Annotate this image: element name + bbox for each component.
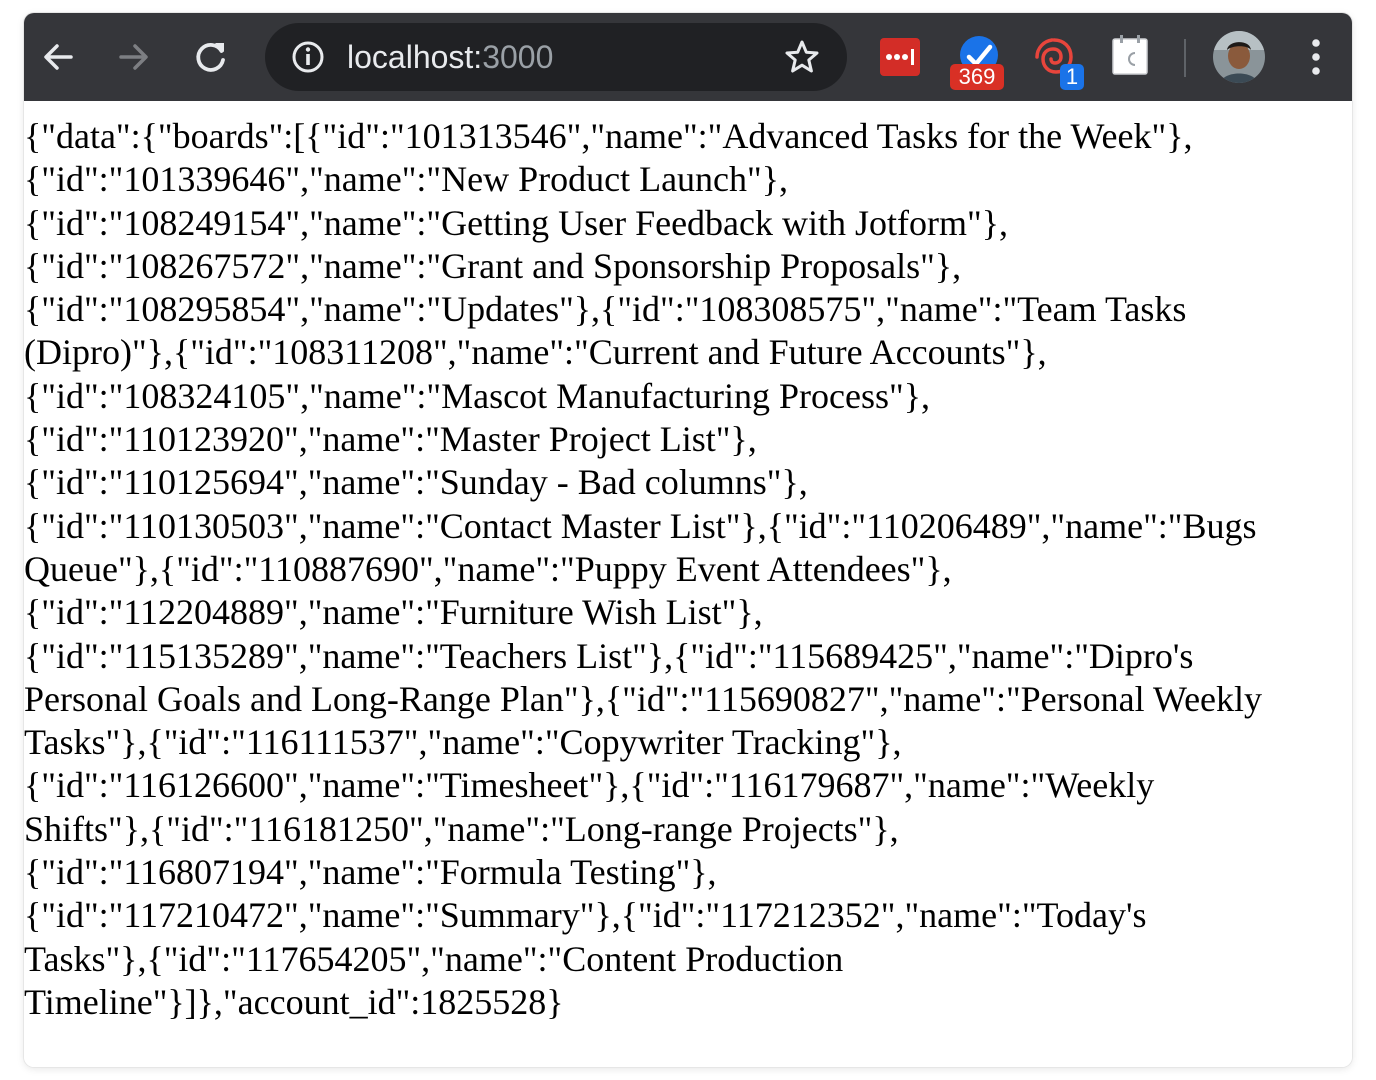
json-line: Queue"},{"id":"110887690","name":"Puppy … xyxy=(24,548,952,589)
bookmark-star-icon[interactable] xyxy=(783,38,821,76)
forward-button[interactable] xyxy=(110,33,158,81)
checkmark-extension-button[interactable]: 369 xyxy=(950,33,1006,91)
lastpass-extension-button[interactable] xyxy=(880,38,920,76)
json-line: {"id":"110123920","name":"Master Project… xyxy=(24,419,757,460)
json-line: {"id":"108295854","name":"Updates"},{"id… xyxy=(24,289,1187,330)
browser-toolbar: localhost:3000 369 1 xyxy=(24,13,1352,101)
browser-menu-button[interactable] xyxy=(1302,37,1330,77)
more-vertical-icon xyxy=(1312,39,1320,75)
lastpass-icon xyxy=(880,38,920,76)
calendar-extension-button[interactable] xyxy=(1112,35,1148,75)
spiral-extension-button[interactable]: 1 xyxy=(1032,35,1084,91)
info-icon[interactable] xyxy=(291,40,325,74)
page-content: {"data":{"boards":[{"id":"101313546","na… xyxy=(24,101,1352,1067)
reload-button[interactable] xyxy=(187,33,235,81)
extension-badge-count: 1 xyxy=(1060,64,1084,90)
url-text[interactable]: localhost:3000 xyxy=(347,37,553,77)
json-line: {"id":"115135289","name":"Teachers List"… xyxy=(24,635,1194,676)
json-line: Tasks"},{"id":"116111537","name":"Copywr… xyxy=(24,722,902,763)
calendar-extension-icon xyxy=(1112,35,1148,75)
json-line: {"id":"112204889","name":"Furniture Wish… xyxy=(24,592,763,633)
json-line: {"id":"108324105","name":"Mascot Manufac… xyxy=(24,375,930,416)
json-line: {"data":{"boards":[{"id":"101313546","na… xyxy=(24,116,1193,156)
avatar xyxy=(1213,31,1265,83)
reload-icon xyxy=(196,43,225,72)
toolbar-separator xyxy=(1184,39,1186,77)
address-bar[interactable]: localhost:3000 xyxy=(265,23,847,91)
profile-avatar-button[interactable] xyxy=(1212,30,1266,84)
back-button[interactable] xyxy=(34,33,82,81)
json-line: {"id":"110130503","name":"Contact Master… xyxy=(24,505,1257,546)
json-line: {"id":"108267572","name":"Grant and Spon… xyxy=(24,245,962,286)
url-host: localhost: xyxy=(347,39,483,75)
json-line: {"id":"116126600","name":"Timesheet"},{"… xyxy=(24,765,1155,806)
browser-window: localhost:3000 369 1 {"data":{"boards":[… xyxy=(24,13,1352,1067)
forward-arrow-icon xyxy=(119,44,148,70)
back-arrow-icon xyxy=(44,44,73,70)
url-port: 3000 xyxy=(482,39,554,75)
json-line: {"id":"116807194","name":"Formula Testin… xyxy=(24,852,717,893)
json-line: (Dipro)"},{"id":"108311208","name":"Curr… xyxy=(24,332,1047,373)
json-line: {"id":"110125694","name":"Sunday - Bad c… xyxy=(24,462,808,503)
json-line: {"id":"108249154","name":"Getting User F… xyxy=(24,202,1008,243)
json-line: Shifts"},{"id":"116181250","name":"Long-… xyxy=(24,808,899,849)
json-line: Timeline"}]},"account_id":1825528} xyxy=(24,981,564,1022)
json-response-text: {"data":{"boards":[{"id":"101313546","na… xyxy=(24,115,1262,1024)
extension-badge-count: 369 xyxy=(950,64,1004,90)
json-line: {"id":"117210472","name":"Summary"},{"id… xyxy=(24,895,1147,936)
json-line: Tasks"},{"id":"117654205","name":"Conten… xyxy=(24,938,844,979)
json-line: Personal Goals and Long-Range Plan"},{"i… xyxy=(24,678,1263,719)
json-line: {"id":"101339646","name":"New Product La… xyxy=(24,159,788,200)
